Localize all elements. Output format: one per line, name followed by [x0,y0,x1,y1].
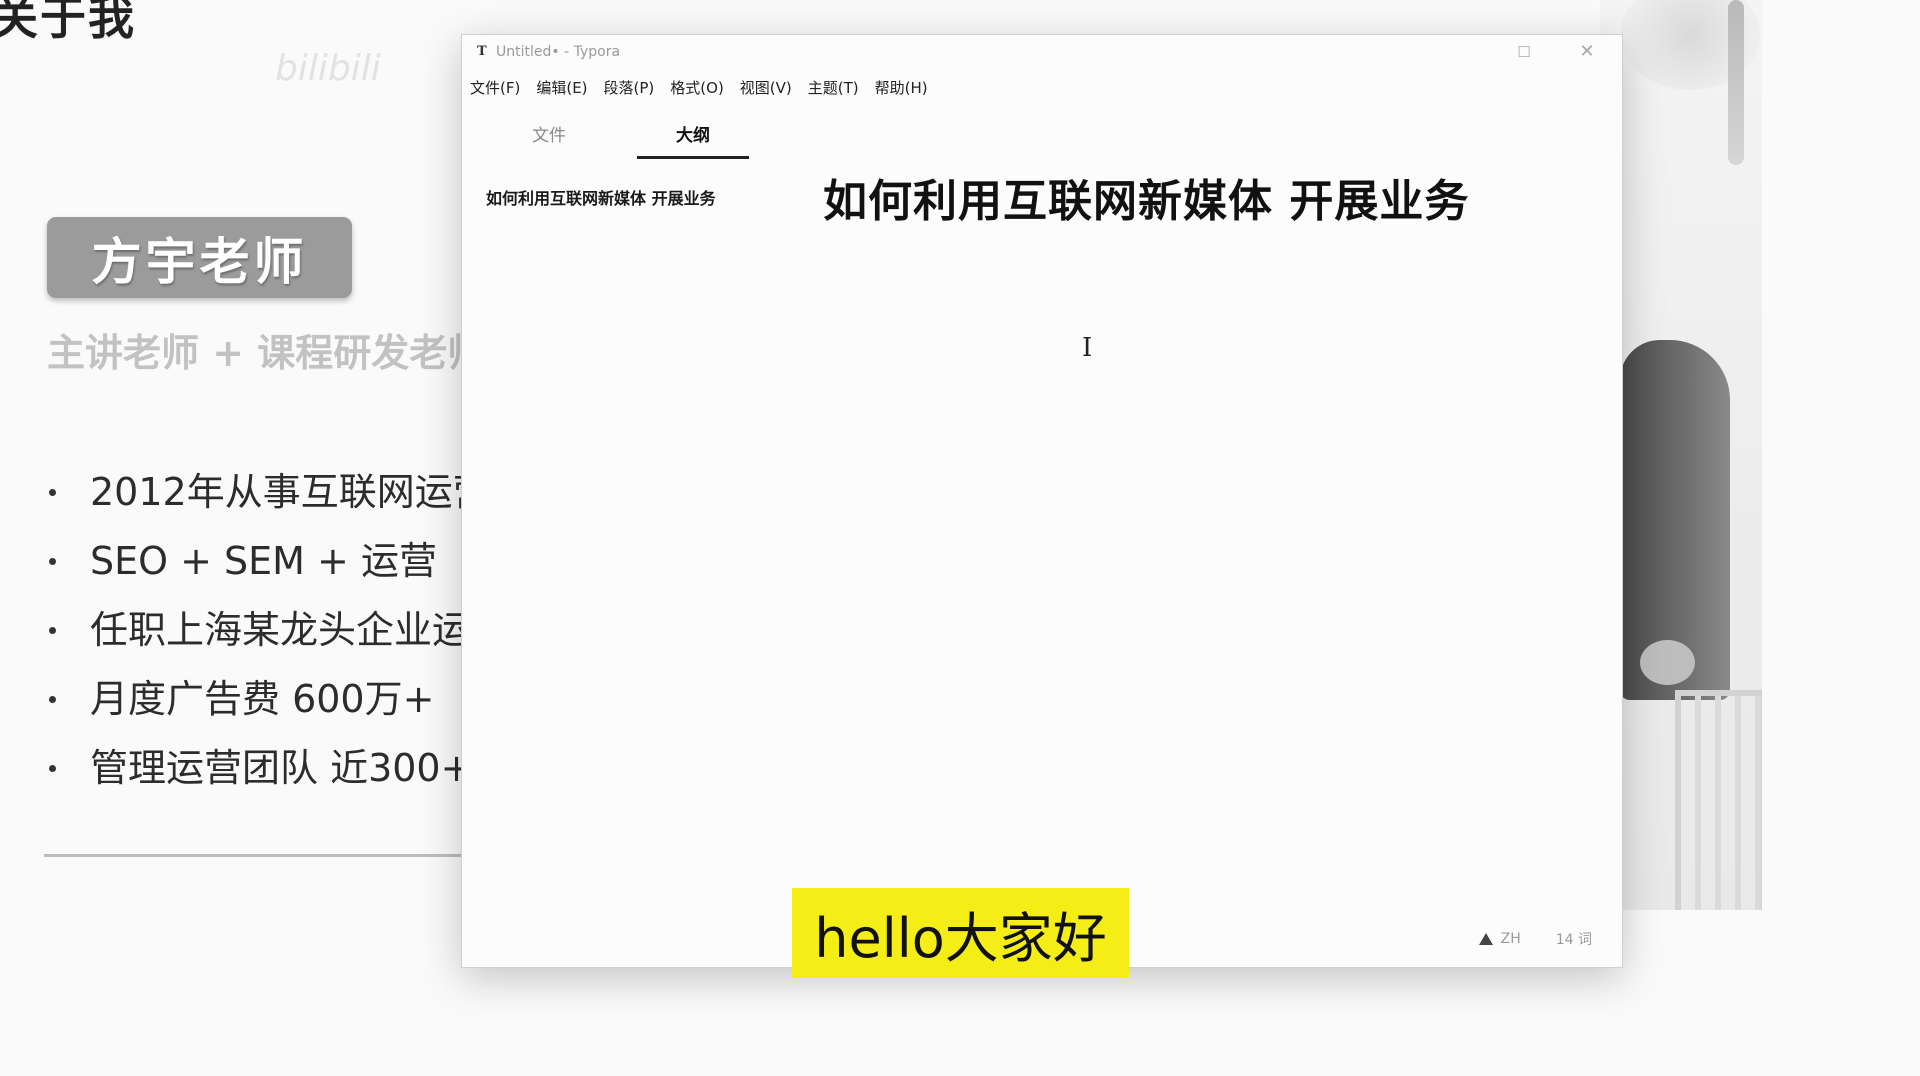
close-icon[interactable]: ✕ [1575,41,1599,63]
warning-icon[interactable] [1478,933,1493,945]
menu-help[interactable]: 帮助(H) [875,77,928,99]
maximize-icon[interactable]: ☐ [1512,41,1536,63]
bullet-item: 2012年从事互联网运营 [45,466,465,535]
status-language[interactable]: ZH [1501,931,1521,947]
menu-view[interactable]: 视图(V) [740,77,792,99]
caption-text: hello大家好 [814,906,1107,970]
sidebar-tabs: 文件 大纲 [462,115,762,163]
typora-app-icon: T [477,44,487,59]
word-count[interactable]: 14 词 [1556,929,1592,949]
text-cursor-icon: I [1082,333,1093,363]
bullet-item: 管理运营团队 近300+ [45,742,465,811]
bullet-item: SEO + SEM + 运营 [45,535,465,604]
teacher-name: 方宇老师 [91,232,308,291]
teacher-name-badge: 方宇老师 [47,217,352,298]
slide-divider [44,854,469,857]
outline-item[interactable]: 如何利用互联网新媒体 开展业务 [486,185,716,209]
tab-outline[interactable]: 大纲 [637,115,749,159]
bullet-list: 2012年从事互联网运营 SEO + SEM + 运营 任职上海某龙头企业运营 … [45,466,465,811]
slide-title: 关于我 [0,0,136,45]
menu-theme[interactable]: 主题(T) [808,77,859,99]
menu-paragraph[interactable]: 段落(P) [604,77,655,99]
menu-bar: 文件(F) 编辑(E) 段落(P) 格式(O) 视图(V) 主题(T) 帮助(H… [470,77,944,99]
presenter-photo [1600,0,1762,910]
bilibili-watermark: bilibili [275,48,381,89]
bullet-item: 任职上海某龙头企业运营 [45,604,465,673]
typora-window: T Untitled• - Typora ☐ ✕ 文件(F) 编辑(E) 段落(… [461,34,1623,968]
video-caption: hello大家好 [792,888,1129,978]
tab-files[interactable]: 文件 [493,115,605,157]
menu-edit[interactable]: 编辑(E) [536,77,587,99]
slide-subtitle: 主讲老师 + 课程研发老师 [47,331,462,375]
bullet-item: 月度广告费 600万+ [45,673,465,742]
window-title: Untitled• - Typora [496,44,621,60]
title-bar[interactable]: T Untitled• - Typora ☐ ✕ [462,35,1622,69]
menu-format[interactable]: 格式(O) [670,77,724,99]
status-bar: ZH 14 词 [1478,929,1592,949]
document-heading[interactable]: 如何利用互联网新媒体 开展业务 [823,165,1469,229]
menu-file[interactable]: 文件(F) [470,77,520,99]
